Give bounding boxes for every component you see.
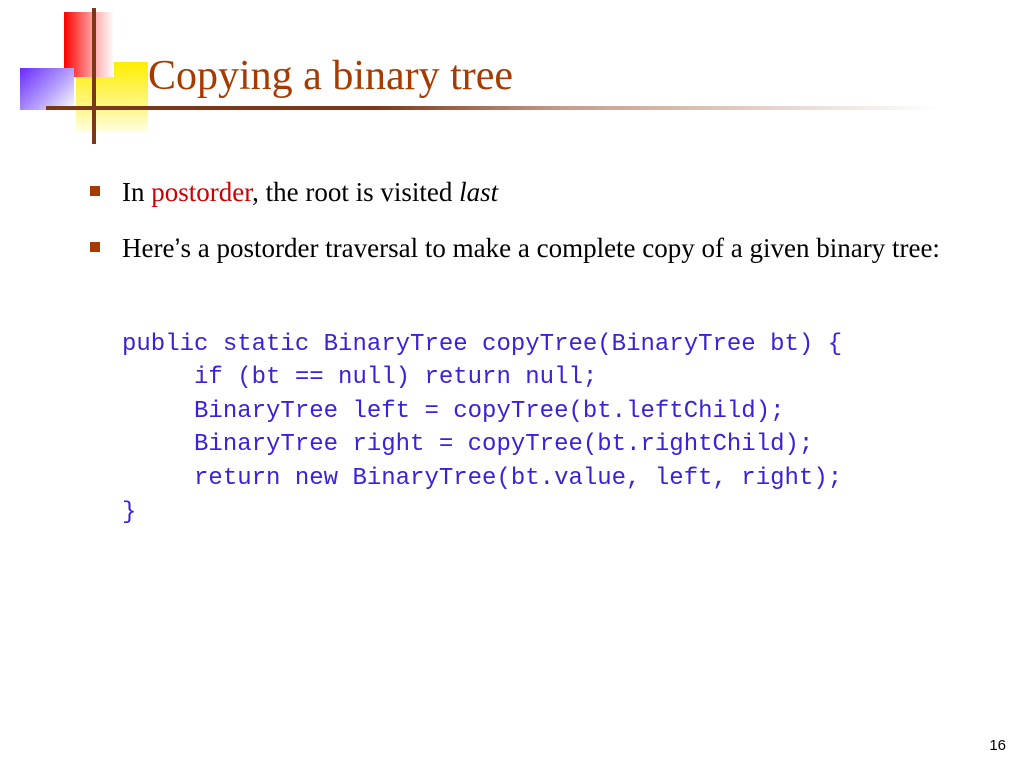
code-block: public static BinaryTree copyTree(Binary… <box>122 328 970 530</box>
slide-body: In postorder, the root is visited last H… <box>90 174 970 529</box>
vertical-rule <box>92 8 96 144</box>
text-fragment: , the root is visited <box>252 177 459 207</box>
bullet-text: Here’s a postorder traversal to make a c… <box>122 230 940 268</box>
slide-title: Copying a binary tree <box>148 52 513 100</box>
page-number: 16 <box>989 737 1006 754</box>
bullet-icon <box>90 186 100 196</box>
bullet-item: Here’s a postorder traversal to make a c… <box>90 230 970 268</box>
bullet-item: In postorder, the root is visited last <box>90 174 970 212</box>
text-fragment: s a postorder traversal to make a comple… <box>180 233 939 263</box>
corner-block-purple <box>20 68 74 110</box>
text-fragment: In <box>122 177 151 207</box>
text-fragment: Here <box>122 233 174 263</box>
bullet-text: In postorder, the root is visited last <box>122 174 498 212</box>
emphasis-last: last <box>459 177 498 207</box>
bullet-icon <box>90 242 100 252</box>
emphasis-postorder: postorder <box>151 177 252 207</box>
horizontal-rule <box>46 106 984 110</box>
